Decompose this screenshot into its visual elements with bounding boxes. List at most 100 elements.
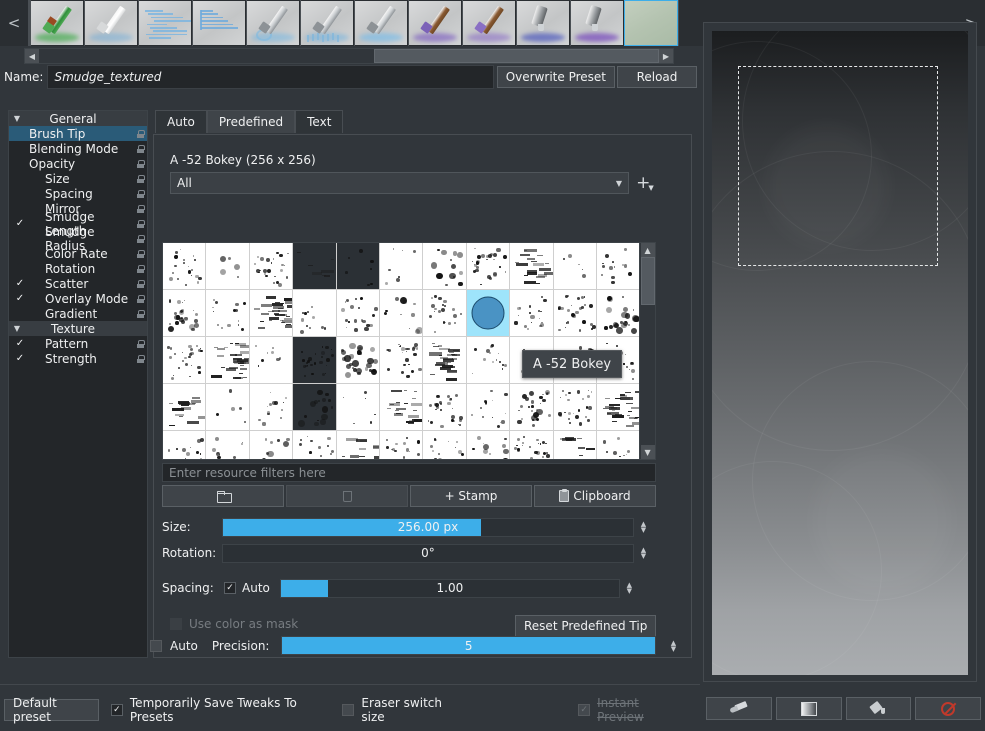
- preset-thumbnail-7[interactable]: [409, 1, 461, 45]
- brush-tip-cell[interactable]: [554, 431, 597, 459]
- brush-tip-cell[interactable]: [163, 243, 206, 290]
- tab-predefined[interactable]: Predefined: [207, 110, 295, 133]
- tree-item-overlay-mode[interactable]: ✓Overlay Mode: [9, 291, 147, 306]
- brush-tip-cell[interactable]: [380, 337, 423, 384]
- preset-thumbnail-6[interactable]: [355, 1, 407, 45]
- brush-tip-cell[interactable]: [250, 243, 293, 290]
- scroll-up-icon[interactable]: ▲: [641, 243, 655, 257]
- overwrite-preset-button[interactable]: Overwrite Preset: [497, 66, 615, 88]
- instant-preview-checkbox[interactable]: ✓: [578, 704, 590, 716]
- tree-group-texture[interactable]: ▼Texture: [9, 321, 147, 336]
- brush-tip-cell[interactable]: [423, 431, 466, 459]
- brush-tip-cell[interactable]: [467, 337, 510, 384]
- scroll-down-icon[interactable]: ▼: [641, 445, 655, 459]
- preset-thumbnail-0[interactable]: [31, 1, 83, 45]
- tree-item-pattern[interactable]: ✓Pattern: [9, 336, 147, 351]
- brush-tip-cell[interactable]: [337, 290, 380, 337]
- default-preset-button[interactable]: Default preset: [4, 699, 99, 721]
- brush-tip-cell[interactable]: [163, 337, 206, 384]
- resource-filter-input[interactable]: Enter resource filters here: [162, 463, 656, 482]
- tree-group-general[interactable]: ▼General: [9, 111, 147, 126]
- lock-icon[interactable]: [133, 292, 147, 306]
- brush-tip-cell[interactable]: [337, 384, 380, 431]
- temporarily-save-tweaks-checkbox[interactable]: ✓: [111, 704, 123, 716]
- brush-tip-cell[interactable]: [250, 337, 293, 384]
- brush-tip-cell[interactable]: [250, 431, 293, 459]
- tag-filter-combo[interactable]: All ▼: [170, 172, 629, 194]
- reset-predefined-tip-button[interactable]: Reset Predefined Tip: [515, 615, 656, 637]
- brush-tip-cell[interactable]: [206, 431, 249, 459]
- brush-tip-cell[interactable]: [293, 337, 336, 384]
- import-resource-button[interactable]: [162, 485, 284, 507]
- brush-tip-cell[interactable]: [423, 337, 466, 384]
- brush-tip-cell[interactable]: [510, 384, 553, 431]
- tree-item-checkbox[interactable]: ✓: [11, 278, 29, 289]
- brush-tip-cell[interactable]: [597, 243, 639, 290]
- rotation-stepper[interactable]: ▲▼: [637, 544, 650, 563]
- tree-item-opacity[interactable]: Opacity: [9, 156, 147, 171]
- lock-icon[interactable]: [133, 277, 147, 291]
- add-tag-button[interactable]: +▼: [634, 172, 656, 194]
- lock-icon[interactable]: [133, 217, 147, 231]
- brush-tip-cell[interactable]: [337, 243, 380, 290]
- brush-tip-cell[interactable]: [467, 384, 510, 431]
- brush-tip-cell[interactable]: [554, 243, 597, 290]
- brush-tip-cell[interactable]: [293, 431, 336, 459]
- lock-icon[interactable]: [133, 307, 147, 321]
- tree-item-brush-tip[interactable]: Brush Tip: [9, 126, 147, 141]
- spacing-slider[interactable]: 1.00: [280, 579, 620, 598]
- spacing-auto-checkbox[interactable]: ✓: [224, 582, 236, 594]
- brush-tip-cell[interactable]: [163, 290, 206, 337]
- lock-icon[interactable]: [133, 157, 147, 171]
- preset-thumbnail-2[interactable]: [139, 1, 191, 45]
- lock-icon[interactable]: [133, 142, 147, 156]
- brush-tip-cell[interactable]: [597, 384, 639, 431]
- lock-icon[interactable]: [133, 352, 147, 366]
- brush-tip-cell[interactable]: [423, 243, 466, 290]
- gradient-tool-button[interactable]: [776, 697, 842, 720]
- brush-tip-cell[interactable]: [380, 290, 423, 337]
- spacing-stepper[interactable]: ▲▼: [623, 579, 636, 598]
- scroll-track[interactable]: [39, 49, 659, 63]
- stamp-button[interactable]: + Stamp: [410, 485, 532, 507]
- brush-tip-cell[interactable]: [206, 290, 249, 337]
- brush-tip-cell[interactable]: [510, 290, 553, 337]
- scroll-right-icon[interactable]: ▶: [659, 49, 673, 63]
- preset-prev-button[interactable]: <: [0, 0, 28, 46]
- brush-tip-cell[interactable]: [467, 243, 510, 290]
- brush-tip-cell[interactable]: [597, 290, 639, 337]
- grid-vertical-scrollbar[interactable]: ▲ ▼: [639, 243, 655, 459]
- tree-item-checkbox[interactable]: ✓: [11, 293, 29, 304]
- tree-item-rotation[interactable]: Rotation: [9, 261, 147, 276]
- editor-tab-bar[interactable]: AutoPredefinedText: [155, 110, 692, 134]
- brush-tip-cell[interactable]: [423, 290, 466, 337]
- preset-horizontal-scrollbar[interactable]: ◀ ▶: [24, 48, 674, 64]
- brush-tip-cell[interactable]: [250, 290, 293, 337]
- clear-tool-button[interactable]: [915, 697, 981, 720]
- preset-thumbnail-8[interactable]: [463, 1, 515, 45]
- brush-tip-cell[interactable]: [206, 337, 249, 384]
- tree-item-size[interactable]: Size: [9, 171, 147, 186]
- brush-tip-cell[interactable]: [250, 384, 293, 431]
- delete-resource-button[interactable]: [286, 485, 408, 507]
- lock-icon[interactable]: [133, 232, 147, 246]
- brush-tip-cell[interactable]: [554, 384, 597, 431]
- brush-tip-cell[interactable]: [337, 337, 380, 384]
- brush-option-tree[interactable]: ▼GeneralBrush TipBlending ModeOpacitySiz…: [8, 110, 148, 658]
- brush-tip-cell[interactable]: [206, 243, 249, 290]
- eraser-switch-size-checkbox[interactable]: [342, 704, 354, 716]
- brush-tip-cell[interactable]: [510, 243, 553, 290]
- brush-tip-cell[interactable]: [163, 431, 206, 459]
- tree-item-color-rate[interactable]: Color Rate: [9, 246, 147, 261]
- preset-thumbnail-5[interactable]: [301, 1, 353, 45]
- reload-button[interactable]: Reload: [617, 66, 697, 88]
- brush-tip-cell[interactable]: [380, 384, 423, 431]
- brush-tip-cell[interactable]: [206, 384, 249, 431]
- tree-item-scatter[interactable]: ✓Scatter: [9, 276, 147, 291]
- scroll-left-icon[interactable]: ◀: [25, 49, 39, 63]
- fill-tool-button[interactable]: [846, 697, 912, 720]
- lock-icon[interactable]: [133, 127, 147, 141]
- brush-tip-cell[interactable]: [510, 431, 553, 459]
- tree-item-checkbox[interactable]: ✓: [11, 218, 29, 229]
- lock-icon[interactable]: [133, 187, 147, 201]
